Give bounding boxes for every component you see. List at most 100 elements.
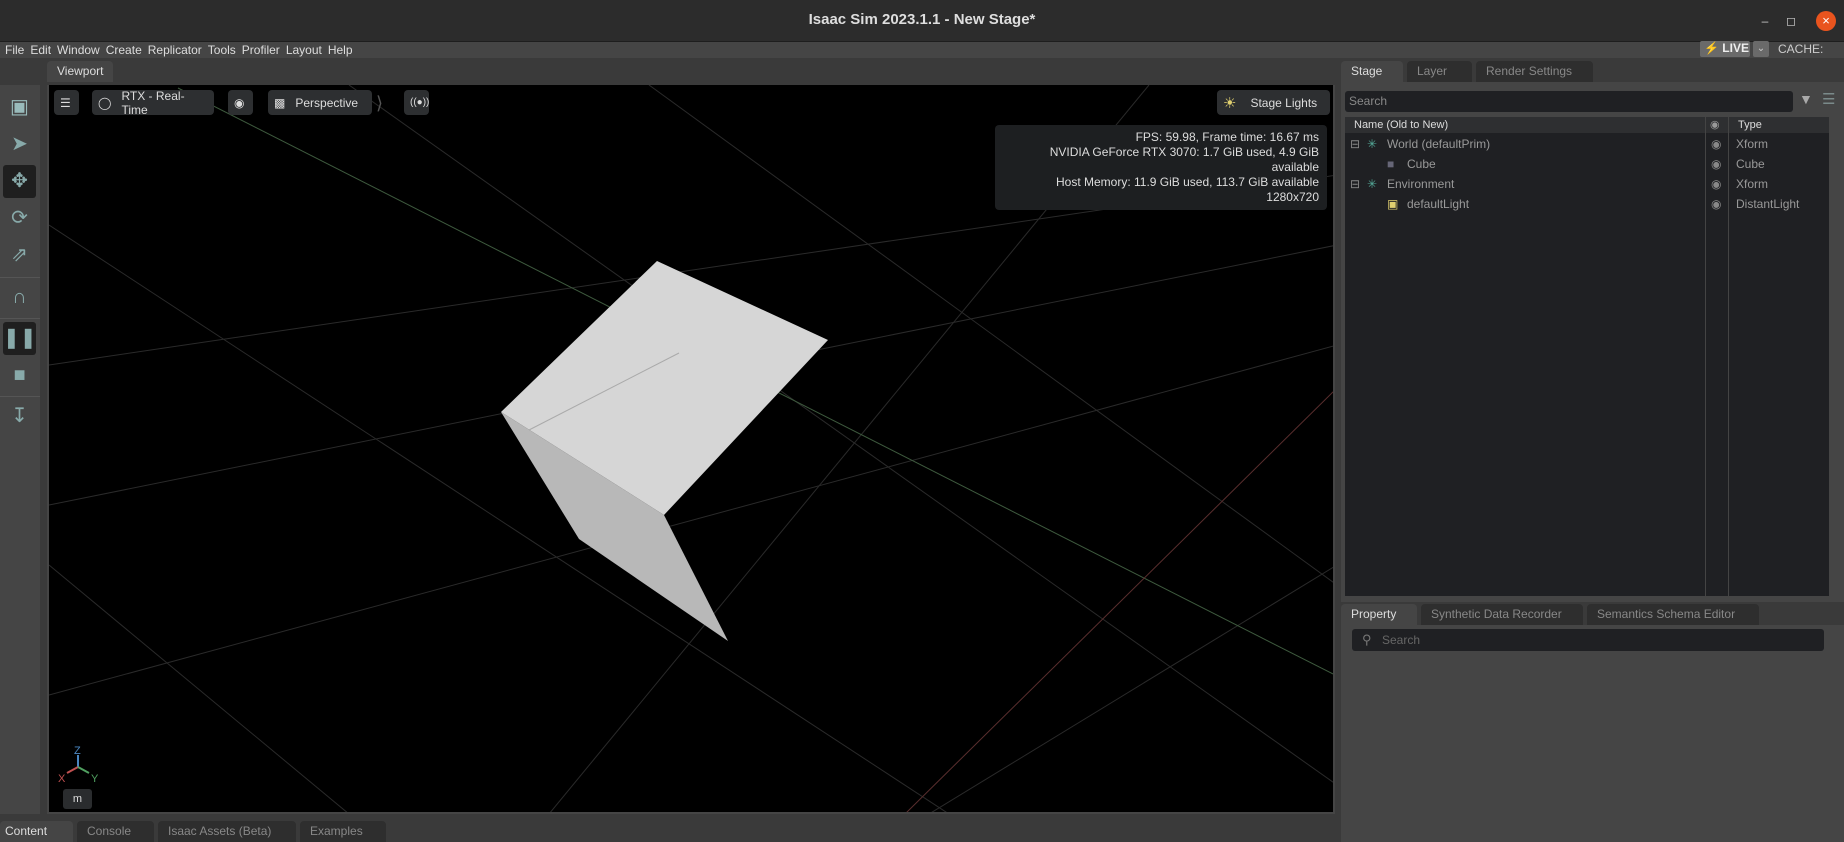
menu-help[interactable]: Help xyxy=(328,43,353,57)
property-tabs: Property Synthetic Data Recorder Semanti… xyxy=(1341,604,1763,625)
tree-row[interactable]: ▣ defaultLight ◉ DistantLight xyxy=(1345,194,1829,214)
live-dropdown-chevron-icon[interactable]: ⌄ xyxy=(1753,41,1769,57)
window-title: Isaac Sim 2023.1.1 - New Stage* xyxy=(808,11,1036,28)
collapse-icon[interactable]: ⊟ xyxy=(1350,174,1360,194)
pause-icon[interactable]: ❚❚ xyxy=(3,322,37,355)
settings-sliders-icon[interactable]: ☰ xyxy=(54,90,79,115)
row-type: DistantLight xyxy=(1736,197,1800,211)
menu-file[interactable]: File xyxy=(5,43,24,57)
xform-icon: ✳ xyxy=(1367,137,1378,151)
row-name: World (defaultPrim) xyxy=(1387,137,1491,151)
stage-search-input[interactable]: Search xyxy=(1345,91,1793,112)
move-icon[interactable]: ✥ xyxy=(3,165,36,198)
renderer-button[interactable]: ◯ RTX - Real-Time xyxy=(92,88,214,117)
row-name: Environment xyxy=(1387,177,1455,191)
maximize-button[interactable]: ◻ xyxy=(1782,12,1800,30)
collapse-icon[interactable]: ⊟ xyxy=(1350,134,1360,154)
filter-icon[interactable]: ▼ xyxy=(1799,91,1813,107)
stage-tree: Name (Old to New) ◉ Type ⊟ ✳ World (defa… xyxy=(1345,117,1829,596)
tab-semantics-schema-editor[interactable]: Semantics Schema Editor xyxy=(1587,604,1759,625)
menu-create[interactable]: Create xyxy=(106,43,142,57)
tab-render-settings[interactable]: Render Settings xyxy=(1476,61,1593,82)
tab-synthetic-data-recorder[interactable]: Synthetic Data Recorder xyxy=(1421,604,1583,625)
unit-badge[interactable]: m xyxy=(63,789,92,809)
eye-icon[interactable]: ◉ xyxy=(228,90,253,115)
menu-layout[interactable]: Layout xyxy=(286,43,322,57)
tree-row[interactable]: ■ Cube ◉ Cube xyxy=(1345,154,1829,174)
broadcast-icon[interactable]: ((●)) xyxy=(404,90,429,115)
host-memory-stat: Host Memory: 11.9 GiB used, 113.7 GiB av… xyxy=(1055,175,1319,189)
axis-z-label: Z xyxy=(74,745,81,757)
title-bar: Isaac Sim 2023.1.1 - New Stage* – ◻ × xyxy=(0,0,1844,42)
tab-isaac-assets[interactable]: Isaac Assets (Beta) xyxy=(158,821,296,842)
tab-property[interactable]: Property xyxy=(1341,604,1417,625)
fps-stat: FPS: 59.98, Frame time: 16.67 ms xyxy=(1135,130,1319,144)
tree-row[interactable]: ⊟ ✳ World (defaultPrim) ◉ Xform xyxy=(1345,134,1829,154)
property-panel xyxy=(1341,625,1844,842)
live-button[interactable]: ⚡ LIVE xyxy=(1700,41,1750,57)
select-arrow-icon[interactable]: ➤ xyxy=(3,128,36,161)
sun-icon: ☀ xyxy=(1223,94,1237,112)
row-name: Cube xyxy=(1407,157,1436,171)
axis-x-label: X xyxy=(58,773,66,785)
tab-examples[interactable]: Examples xyxy=(300,821,386,842)
minimize-button[interactable]: – xyxy=(1756,12,1774,30)
camera-button[interactable]: ▩ Perspective xyxy=(268,90,372,115)
bolt-icon: ⚡ xyxy=(1704,41,1719,55)
menu-edit[interactable]: Edit xyxy=(30,43,51,57)
tree-row[interactable]: ⊟ ✳ Environment ◉ Xform xyxy=(1345,174,1829,194)
menu-tools[interactable]: Tools xyxy=(208,43,236,57)
eye-icon[interactable]: ◉ xyxy=(1711,194,1721,214)
xform-icon: ✳ xyxy=(1367,177,1378,191)
viewport[interactable]: ☰ ◯ RTX - Real-Time ◉ ▩ Perspective ⟩ ((●)… xyxy=(47,85,1335,814)
physics-drop-icon[interactable]: ↧ xyxy=(3,400,36,433)
eye-icon[interactable]: ◉ xyxy=(1711,174,1721,194)
axis-y-label: Y xyxy=(91,773,99,785)
menu-icon[interactable]: ☰ xyxy=(1822,90,1835,108)
tab-console[interactable]: Console xyxy=(77,821,154,842)
divider xyxy=(0,318,40,319)
divider xyxy=(0,396,40,397)
renderer-label: RTX - Real-Time xyxy=(121,88,185,117)
stage-tabs: Stage Layer Render Settings xyxy=(1341,61,1597,82)
property-search-input[interactable]: Search xyxy=(1352,629,1824,651)
tab-layer[interactable]: Layer xyxy=(1407,61,1472,82)
row-type: Xform xyxy=(1736,177,1769,191)
column-type[interactable]: Type xyxy=(1738,119,1762,131)
gpu-stat: NVIDIA GeForce RTX 3070: 1.7 GiB used, 4… xyxy=(1049,145,1319,174)
light-icon: ▣ xyxy=(1387,197,1399,211)
visibility-column-eye-icon: ◉ xyxy=(1710,119,1720,131)
row-name: defaultLight xyxy=(1407,197,1470,211)
eye-icon[interactable]: ◉ xyxy=(1711,154,1721,174)
bottom-tabs: Content Console Isaac Assets (Beta) Exam… xyxy=(0,821,1341,842)
camera-label: Perspective xyxy=(295,95,359,110)
stats-overlay: FPS: 59.98, Frame time: 16.67 ms NVIDIA … xyxy=(995,125,1327,210)
live-label: LIVE xyxy=(1722,41,1749,55)
viewport-tabs: Viewport xyxy=(40,61,1341,85)
rotate-icon[interactable]: ⟳ xyxy=(3,202,36,235)
column-name[interactable]: Name (Old to New) xyxy=(1354,119,1448,131)
menu-window[interactable]: Window xyxy=(57,43,100,57)
select-mode-cube-icon[interactable]: ▣ xyxy=(3,91,36,124)
tree-header: Name (Old to New) ◉ Type xyxy=(1345,117,1829,133)
chevron-right-icon: ⟩ xyxy=(376,93,384,113)
eye-icon[interactable]: ◉ xyxy=(1711,134,1721,154)
scale-icon[interactable]: ⇗ xyxy=(3,239,36,272)
menu-profiler[interactable]: Profiler xyxy=(242,43,280,57)
menu-replicator[interactable]: Replicator xyxy=(148,43,202,57)
stage-lights-button[interactable]: ☀ Stage Lights xyxy=(1217,90,1330,115)
lightbulb-icon: ◯ xyxy=(98,95,112,110)
resolution-stat: 1280x720 xyxy=(1266,190,1319,204)
row-type: Cube xyxy=(1736,157,1765,171)
search-icon: ⚲ xyxy=(1362,632,1372,647)
tab-stage[interactable]: Stage xyxy=(1341,61,1403,82)
stage-lights-label: Stage Lights xyxy=(1250,95,1318,110)
tab-content[interactable]: Content xyxy=(0,821,73,842)
close-button[interactable]: × xyxy=(1816,11,1836,31)
cube-icon: ■ xyxy=(1387,157,1395,171)
camera-icon: ▩ xyxy=(274,95,286,110)
tab-viewport[interactable]: Viewport xyxy=(47,61,114,82)
snap-magnet-icon[interactable]: ∩ xyxy=(3,281,36,314)
cache-label: CACHE: xyxy=(1778,42,1824,56)
stop-icon[interactable]: ■ xyxy=(3,359,36,392)
